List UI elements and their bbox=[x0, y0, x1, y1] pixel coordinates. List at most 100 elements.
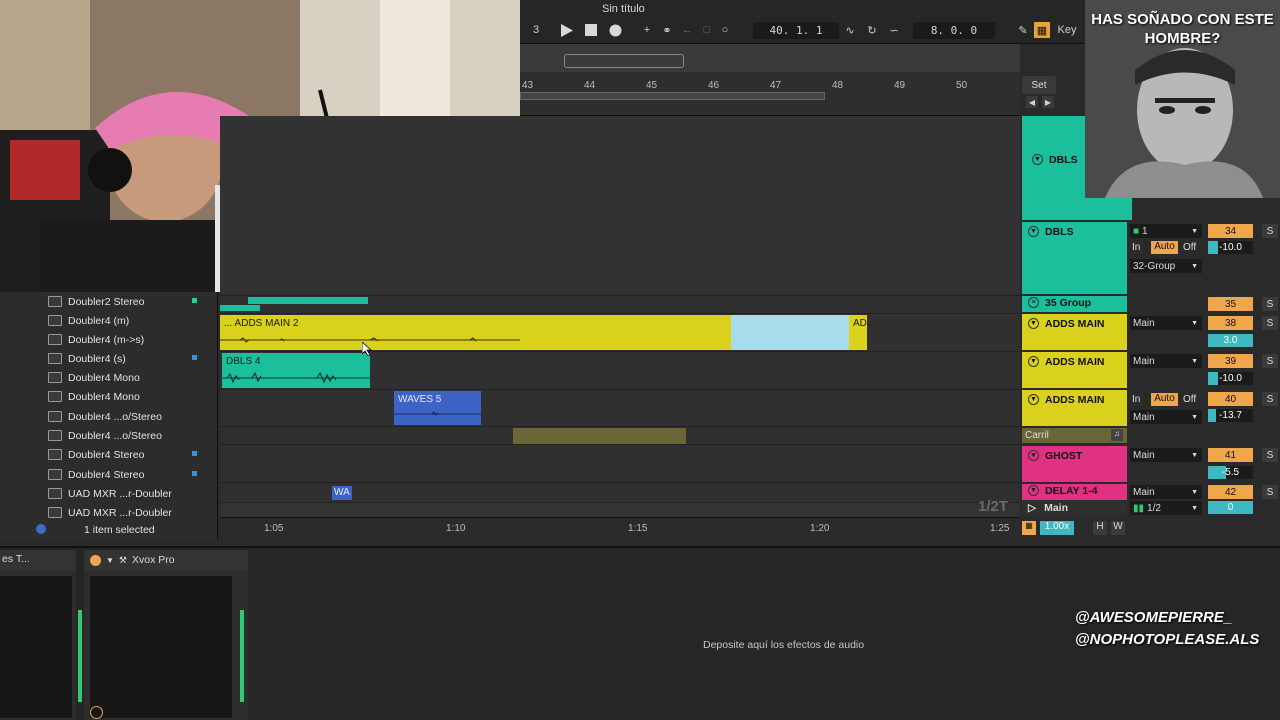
stop-button[interactable] bbox=[584, 22, 598, 38]
solo-button[interactable]: S bbox=[1262, 297, 1278, 311]
fold-icon[interactable]: ▼ bbox=[1028, 318, 1039, 329]
audio-clip-adds-main-tail[interactable]: AD bbox=[849, 315, 867, 350]
solo-button[interactable]: S bbox=[1262, 354, 1278, 368]
monitor-auto-button[interactable]: Auto bbox=[1151, 241, 1178, 254]
browser-item[interactable]: Doubler4 Mono bbox=[48, 387, 218, 406]
track-header-adds-main-1[interactable]: ▼ ADDS MAIN bbox=[1022, 314, 1127, 350]
fold-icon[interactable]: ▼ bbox=[1028, 226, 1039, 237]
preview-icon[interactable] bbox=[36, 524, 46, 534]
monitor-in-button[interactable]: In bbox=[1132, 394, 1140, 405]
track-number-button[interactable]: 42 bbox=[1208, 485, 1253, 499]
dry-wet-knob[interactable] bbox=[90, 706, 103, 719]
device-title-bar[interactable]: es T... bbox=[0, 550, 76, 570]
browser-item[interactable]: Doubler4 ...o/Stereo bbox=[48, 426, 218, 445]
output-routing-select[interactable]: Main ▼ bbox=[1130, 410, 1202, 424]
time-ruler[interactable]: 1:05 1:10 1:15 1:20 1:25 bbox=[220, 517, 1020, 540]
loop-button[interactable]: ○ bbox=[718, 22, 732, 38]
monitor-in-button[interactable]: In bbox=[1132, 242, 1140, 253]
track-volume[interactable]: -10.0 bbox=[1208, 372, 1253, 385]
fold-icon[interactable]: ▼ bbox=[1028, 485, 1039, 496]
track-lane-ghost[interactable] bbox=[220, 445, 1020, 483]
beat-time-ruler[interactable]: 43 44 45 46 47 48 49 50 bbox=[520, 72, 1020, 116]
audio-clip-adds-main[interactable]: ... ADDS MAIN 2 bbox=[220, 315, 731, 350]
track-number-button[interactable]: 41 bbox=[1208, 448, 1253, 462]
track-lane-adds-main-3[interactable]: WAVES 5 bbox=[220, 390, 1020, 427]
width-toggle-button[interactable]: W bbox=[1111, 521, 1125, 535]
capture-button[interactable]: □ bbox=[700, 22, 714, 38]
arrangement-view[interactable]: ... ADDS MAIN 2 AD DBLS 4 WAVES 5 WA 1/2… bbox=[220, 116, 1020, 540]
wrench-icon[interactable]: ⚒ bbox=[119, 555, 127, 566]
track-number-button[interactable]: 38 bbox=[1208, 316, 1253, 330]
solo-button[interactable]: S bbox=[1262, 392, 1278, 406]
audio-clip-dbls[interactable]: DBLS 4 bbox=[222, 353, 370, 388]
chevron-down-icon[interactable]: ▼ bbox=[106, 556, 114, 565]
group-clip-bar[interactable] bbox=[248, 297, 368, 304]
midi-map-button[interactable]: ▦ bbox=[1034, 22, 1050, 38]
track-volume[interactable]: -10.0 bbox=[1208, 241, 1253, 254]
monitor-off-button[interactable]: Off bbox=[1183, 242, 1196, 253]
output-routing-select[interactable]: Main ▼ bbox=[1130, 485, 1202, 499]
loop-switch-button[interactable]: ↻ bbox=[864, 22, 880, 38]
output-routing-select[interactable]: Main ▼ bbox=[1130, 354, 1202, 368]
browser-item[interactable]: Doubler4 Stereo bbox=[48, 465, 218, 484]
output-routing-select[interactable]: ▮▮ 1/2 ▼ bbox=[1130, 501, 1202, 515]
automation-lane-header[interactable]: Carril ♫ bbox=[1022, 428, 1127, 443]
overdub-button[interactable]: + bbox=[640, 22, 654, 38]
back-to-arrangement-button[interactable]: ← bbox=[680, 22, 694, 38]
fold-icon[interactable]: ▼ bbox=[1028, 450, 1039, 461]
track-number-button[interactable]: 39 bbox=[1208, 354, 1253, 368]
arrangement-overview[interactable] bbox=[520, 44, 1020, 72]
track-lane-adds-main-2[interactable]: DBLS 4 bbox=[220, 352, 1020, 390]
audio-clip-selected-region[interactable] bbox=[731, 315, 849, 350]
input-channel-select[interactable]: ■ 1 ▼ bbox=[1130, 224, 1202, 238]
solo-button[interactable]: S bbox=[1262, 316, 1278, 330]
track-number-button[interactable]: 34 bbox=[1208, 224, 1253, 238]
prev-locator-button[interactable]: ◀ bbox=[1026, 96, 1038, 108]
set-locator-button[interactable]: Set bbox=[1022, 76, 1056, 94]
device-title-bar[interactable]: ▼ ⚒ Xvox Pro bbox=[84, 550, 248, 570]
record-button[interactable] bbox=[608, 22, 622, 38]
solo-button[interactable]: S bbox=[1262, 448, 1278, 462]
track-volume[interactable]: 3.0 bbox=[1208, 334, 1253, 347]
punch-out-button[interactable]: ∽ bbox=[886, 22, 902, 38]
audio-clip-wa[interactable]: WA bbox=[332, 486, 352, 500]
loop-length[interactable]: 8. 0. 0 bbox=[913, 22, 995, 39]
fold-icon[interactable]: ▼ bbox=[1028, 356, 1039, 367]
track-header-group35[interactable]: ≡ 35 Group bbox=[1022, 296, 1127, 312]
play-button[interactable] bbox=[558, 22, 574, 38]
speaker-icon[interactable]: ♫ bbox=[1111, 429, 1123, 441]
monitor-auto-button[interactable]: Auto bbox=[1151, 393, 1178, 406]
browser-item[interactable]: UAD MXR ...r-Doubler bbox=[48, 484, 218, 503]
solo-button[interactable]: S bbox=[1262, 224, 1278, 238]
track-lane-group35[interactable] bbox=[220, 296, 1020, 314]
zoom-level[interactable]: 1.00x bbox=[1040, 521, 1074, 535]
track-lane-dbls-group[interactable] bbox=[220, 116, 1020, 296]
browser-item[interactable]: Doubler4 (s) bbox=[48, 349, 218, 368]
next-locator-button[interactable]: ▶ bbox=[1042, 96, 1054, 108]
track-header-ghost[interactable]: ▼ GHOST bbox=[1022, 446, 1127, 482]
audio-clip-waves[interactable]: WAVES 5 bbox=[394, 391, 481, 425]
track-number-button[interactable]: 40 bbox=[1208, 392, 1253, 406]
track-header-delay[interactable]: ▼ DELAY 1-4 bbox=[1022, 484, 1127, 500]
waveform-zoom-icon[interactable]: ▦ bbox=[1022, 521, 1036, 535]
output-routing-select[interactable]: Main ▼ bbox=[1130, 316, 1202, 330]
group-icon[interactable]: ≡ bbox=[1028, 297, 1039, 308]
key-map-button[interactable]: Key bbox=[1056, 22, 1078, 38]
automation-clip[interactable] bbox=[513, 428, 686, 444]
fold-icon[interactable]: ▼ bbox=[1028, 394, 1039, 405]
punch-in-button[interactable]: ∿ bbox=[842, 22, 858, 38]
overview-viewport[interactable] bbox=[564, 54, 684, 68]
song-position[interactable]: 40. 1. 1 bbox=[753, 22, 839, 39]
track-header-adds-main-2[interactable]: ▼ ADDS MAIN bbox=[1022, 352, 1127, 388]
track-lane-adds-main-1[interactable]: ... ADDS MAIN 2 AD bbox=[220, 314, 1020, 352]
output-routing-select[interactable]: 32-Group ▼ bbox=[1130, 259, 1202, 273]
track-header-dbls[interactable]: ▼ DBLS bbox=[1022, 222, 1127, 294]
track-header-adds-main-3[interactable]: ▼ ADDS MAIN bbox=[1022, 390, 1127, 426]
browser-item[interactable]: Doubler4 Stereo bbox=[48, 445, 218, 464]
track-volume[interactable]: -5.5 bbox=[1208, 466, 1253, 479]
track-number-button[interactable]: 35 bbox=[1208, 297, 1253, 311]
device-left[interactable]: es T... bbox=[0, 550, 82, 720]
track-volume[interactable]: -13.7 bbox=[1208, 409, 1253, 422]
track-lane-delay[interactable]: WA bbox=[220, 483, 1020, 503]
solo-button[interactable]: S bbox=[1262, 485, 1278, 499]
